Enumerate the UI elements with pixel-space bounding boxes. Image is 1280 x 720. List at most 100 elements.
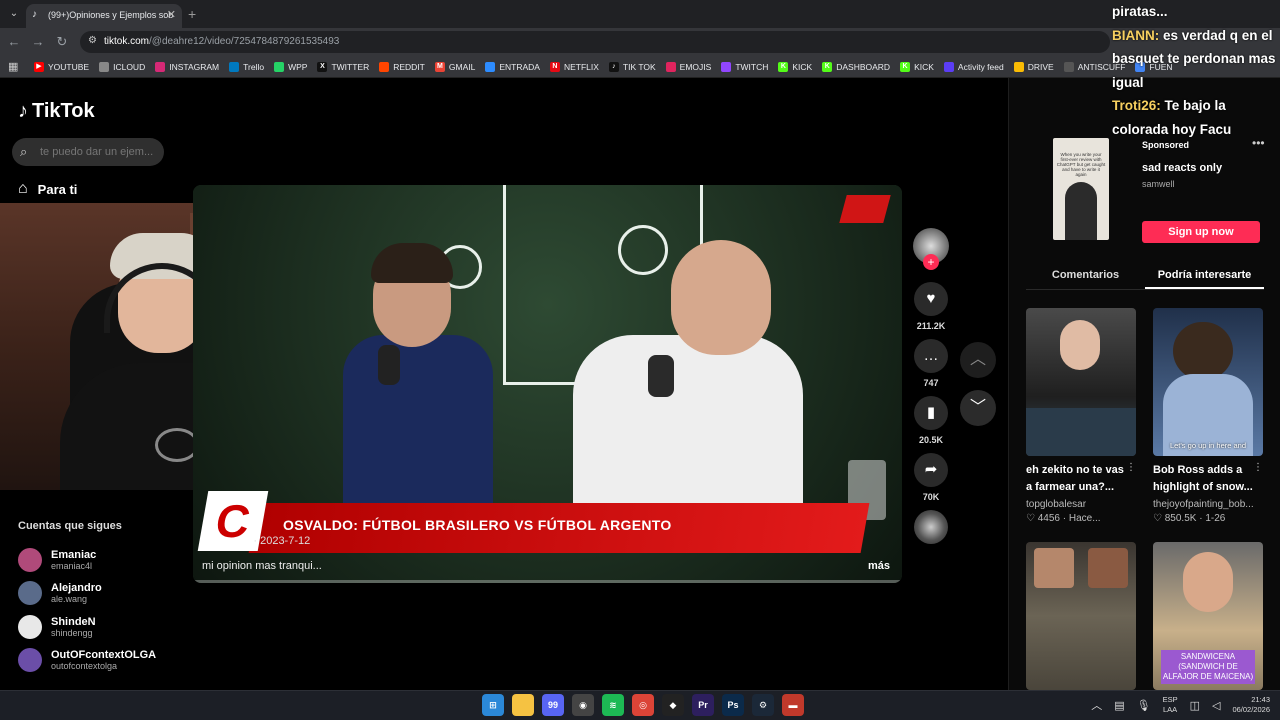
bookmark-item[interactable]: K DASHBOARD	[822, 62, 890, 72]
share-icon[interactable]: ➦	[914, 453, 948, 487]
recommendation-more-icon[interactable]: ⋮	[1253, 462, 1263, 473]
following-item[interactable]: OutOFcontextOLGA outofcontextolga	[18, 644, 198, 678]
microphone-icon[interactable]: 🎙	[1137, 699, 1151, 712]
site-info-icon[interactable]: ⚙	[88, 35, 97, 46]
tab-might-interest[interactable]: Podría interesarte	[1145, 264, 1264, 289]
thumb-face	[1034, 548, 1074, 588]
save-action[interactable]: ▮ 20.5K	[913, 396, 949, 445]
network-icon[interactable]: ◫	[1190, 699, 1200, 712]
reload-icon[interactable]: ↻	[54, 34, 70, 50]
address-bar[interactable]: ⚙ tiktok.com/@deahre12/video/72547848792…	[80, 31, 1110, 53]
bookmark-item[interactable]: K KICK	[900, 62, 934, 72]
file-explorer-icon[interactable]	[512, 694, 534, 716]
forward-icon[interactable]: →	[30, 34, 46, 50]
recommendation-thumbnail[interactable]: Let's go up in here and	[1153, 308, 1263, 456]
chrome-icon[interactable]: ◎	[632, 694, 654, 716]
bookmark-label: REDDIT	[393, 62, 425, 72]
search-box[interactable]: ⌕	[12, 138, 164, 166]
bookmark-item[interactable]: TWITCH	[721, 62, 768, 72]
avatar[interactable]	[18, 648, 42, 673]
video-progress-bar[interactable]	[193, 580, 902, 583]
recommendation-card[interactable]: eh zekito no te vas a farmear una?... to…	[1026, 308, 1136, 524]
following-item[interactable]: Emaniac emaniac4l	[18, 543, 198, 577]
recommendation-thumbnail[interactable]	[1026, 542, 1136, 690]
music-disc-icon[interactable]	[914, 510, 948, 544]
steam-icon[interactable]: ⚙	[752, 694, 774, 716]
bookmark-item[interactable]: Activity feed	[943, 62, 1004, 72]
avatar[interactable]	[18, 614, 42, 639]
video-player[interactable]: C OSVALDO: FÚTBOL BRASILERO VS FÚTBOL AR…	[193, 185, 902, 583]
windows-start-icon[interactable]: ⊞	[482, 694, 504, 716]
bookmark-item[interactable]: ♪ TIK TOK	[608, 62, 656, 72]
share-action[interactable]: ➦ 70K	[913, 453, 949, 502]
nav-for-you[interactable]: ⌂ Para ti	[18, 180, 77, 198]
bookmark-item[interactable]: EMOJIS	[665, 62, 711, 72]
netflix-icon: N	[549, 62, 560, 72]
avatar[interactable]	[18, 547, 42, 572]
heart-icon[interactable]: ♥	[914, 282, 948, 316]
bookmark-item[interactable]: N NETFLIX	[549, 62, 599, 72]
browser-toolbar: ← → ↻ ⚙ tiktok.com/@deahre12/video/72547…	[0, 28, 1280, 56]
recommendation-date: Hace...	[1068, 513, 1101, 524]
bookmark-item[interactable]: INSTAGRAM	[155, 62, 219, 72]
tray-app-icon[interactable]: ▤	[1114, 699, 1124, 712]
bookmark-item[interactable]: ICLOUD	[99, 62, 145, 72]
new-tab-button[interactable]: +	[188, 6, 196, 22]
bookmark-icon[interactable]: ▮	[914, 396, 948, 430]
search-icon: ⌕	[20, 144, 28, 159]
recommendation-card[interactable]: Let's go up in here and Bob Ross adds a …	[1153, 308, 1263, 524]
video-author[interactable]: deahre12	[202, 535, 250, 547]
recommendation-thumbnail[interactable]	[1026, 308, 1136, 456]
more-button[interactable]: más	[868, 560, 890, 572]
language-indicator[interactable]: ESP LAA	[1163, 695, 1178, 715]
bookmark-item[interactable]: K KICK	[778, 62, 812, 72]
spotify-icon[interactable]: ≋	[602, 694, 624, 716]
tray-expand-icon[interactable]: ︿	[1091, 697, 1102, 713]
apps-grid-icon[interactable]: ▦	[8, 60, 18, 73]
avatar[interactable]	[18, 581, 42, 606]
tiktok-logo[interactable]: ♪ TikTok	[18, 100, 95, 123]
bookmark-item[interactable]: ENTRADA	[485, 62, 540, 72]
search-input[interactable]	[40, 142, 160, 162]
back-icon[interactable]: ←	[6, 34, 22, 50]
next-video-icon[interactable]: ﹀	[960, 390, 996, 426]
discord-icon[interactable]: 99	[542, 694, 564, 716]
tab-comments[interactable]: Comentarios	[1026, 264, 1145, 289]
voicemeeter-icon[interactable]: ▬	[782, 694, 804, 716]
recommendation-thumbnail[interactable]: SANDWICENA (SANDWICH DE ALFAJOR DE MAICE…	[1153, 542, 1263, 690]
recommendation-card[interactable]	[1026, 542, 1136, 690]
epic-icon[interactable]: ◆	[662, 694, 684, 716]
like-action[interactable]: ♥ 211.2K	[913, 282, 949, 331]
bookmark-item[interactable]: DRIVE	[1013, 62, 1054, 72]
bookmark-item[interactable]: X TWITTER	[317, 62, 369, 72]
tab-close-icon[interactable]: ✕	[167, 4, 176, 26]
comment-icon[interactable]: …	[914, 339, 948, 373]
sponsored-ad[interactable]: When you write your first-ever review wi…	[1026, 136, 1266, 246]
bookmark-item[interactable]: ▶ YOUTUBE	[34, 62, 89, 72]
volume-icon[interactable]: ◁	[1212, 699, 1220, 712]
previous-video-icon[interactable]: ︿	[960, 342, 996, 378]
tab-search-icon[interactable]: ⌄	[6, 6, 22, 22]
video-description: mi opinion mas tranqui...	[202, 560, 322, 572]
bookmark-item[interactable]: WPP	[274, 62, 307, 72]
recommendation-more-icon[interactable]: ⋮	[1126, 462, 1136, 473]
ad-thumbnail[interactable]: When you write your first-ever review wi…	[1053, 138, 1109, 240]
photoshop-icon[interactable]: Ps	[722, 694, 744, 716]
bookmark-label: ICLOUD	[113, 62, 146, 72]
following-item[interactable]: ShindeN shindengg	[18, 610, 198, 644]
following-item[interactable]: Alejandro ale.wang	[18, 577, 198, 611]
bookmark-item[interactable]: Trello	[229, 62, 264, 72]
bookmark-item[interactable]: REDDIT	[379, 62, 425, 72]
recommendation-card[interactable]: SANDWICENA (SANDWICH DE ALFAJOR DE MAICE…	[1153, 542, 1263, 690]
browser-tab-active[interactable]: ♪ (99+)Opiniones y Ejemplos sob ✕	[26, 4, 182, 28]
clock[interactable]: 21:43 06/02/2026	[1232, 695, 1270, 715]
bookmark-item[interactable]: M GMAIL	[434, 62, 475, 72]
sign-up-button[interactable]: Sign up now	[1142, 221, 1260, 243]
comment-action[interactable]: … 747	[913, 339, 949, 388]
follow-plus-button[interactable]: +	[923, 254, 939, 270]
obs-icon[interactable]: ◉	[572, 694, 594, 716]
premiere-icon[interactable]: Pr	[692, 694, 714, 716]
share-count: 70K	[922, 492, 940, 502]
following-text: OutOFcontextOLGA outofcontextolga	[51, 649, 156, 671]
comment-count: 747	[923, 378, 939, 388]
